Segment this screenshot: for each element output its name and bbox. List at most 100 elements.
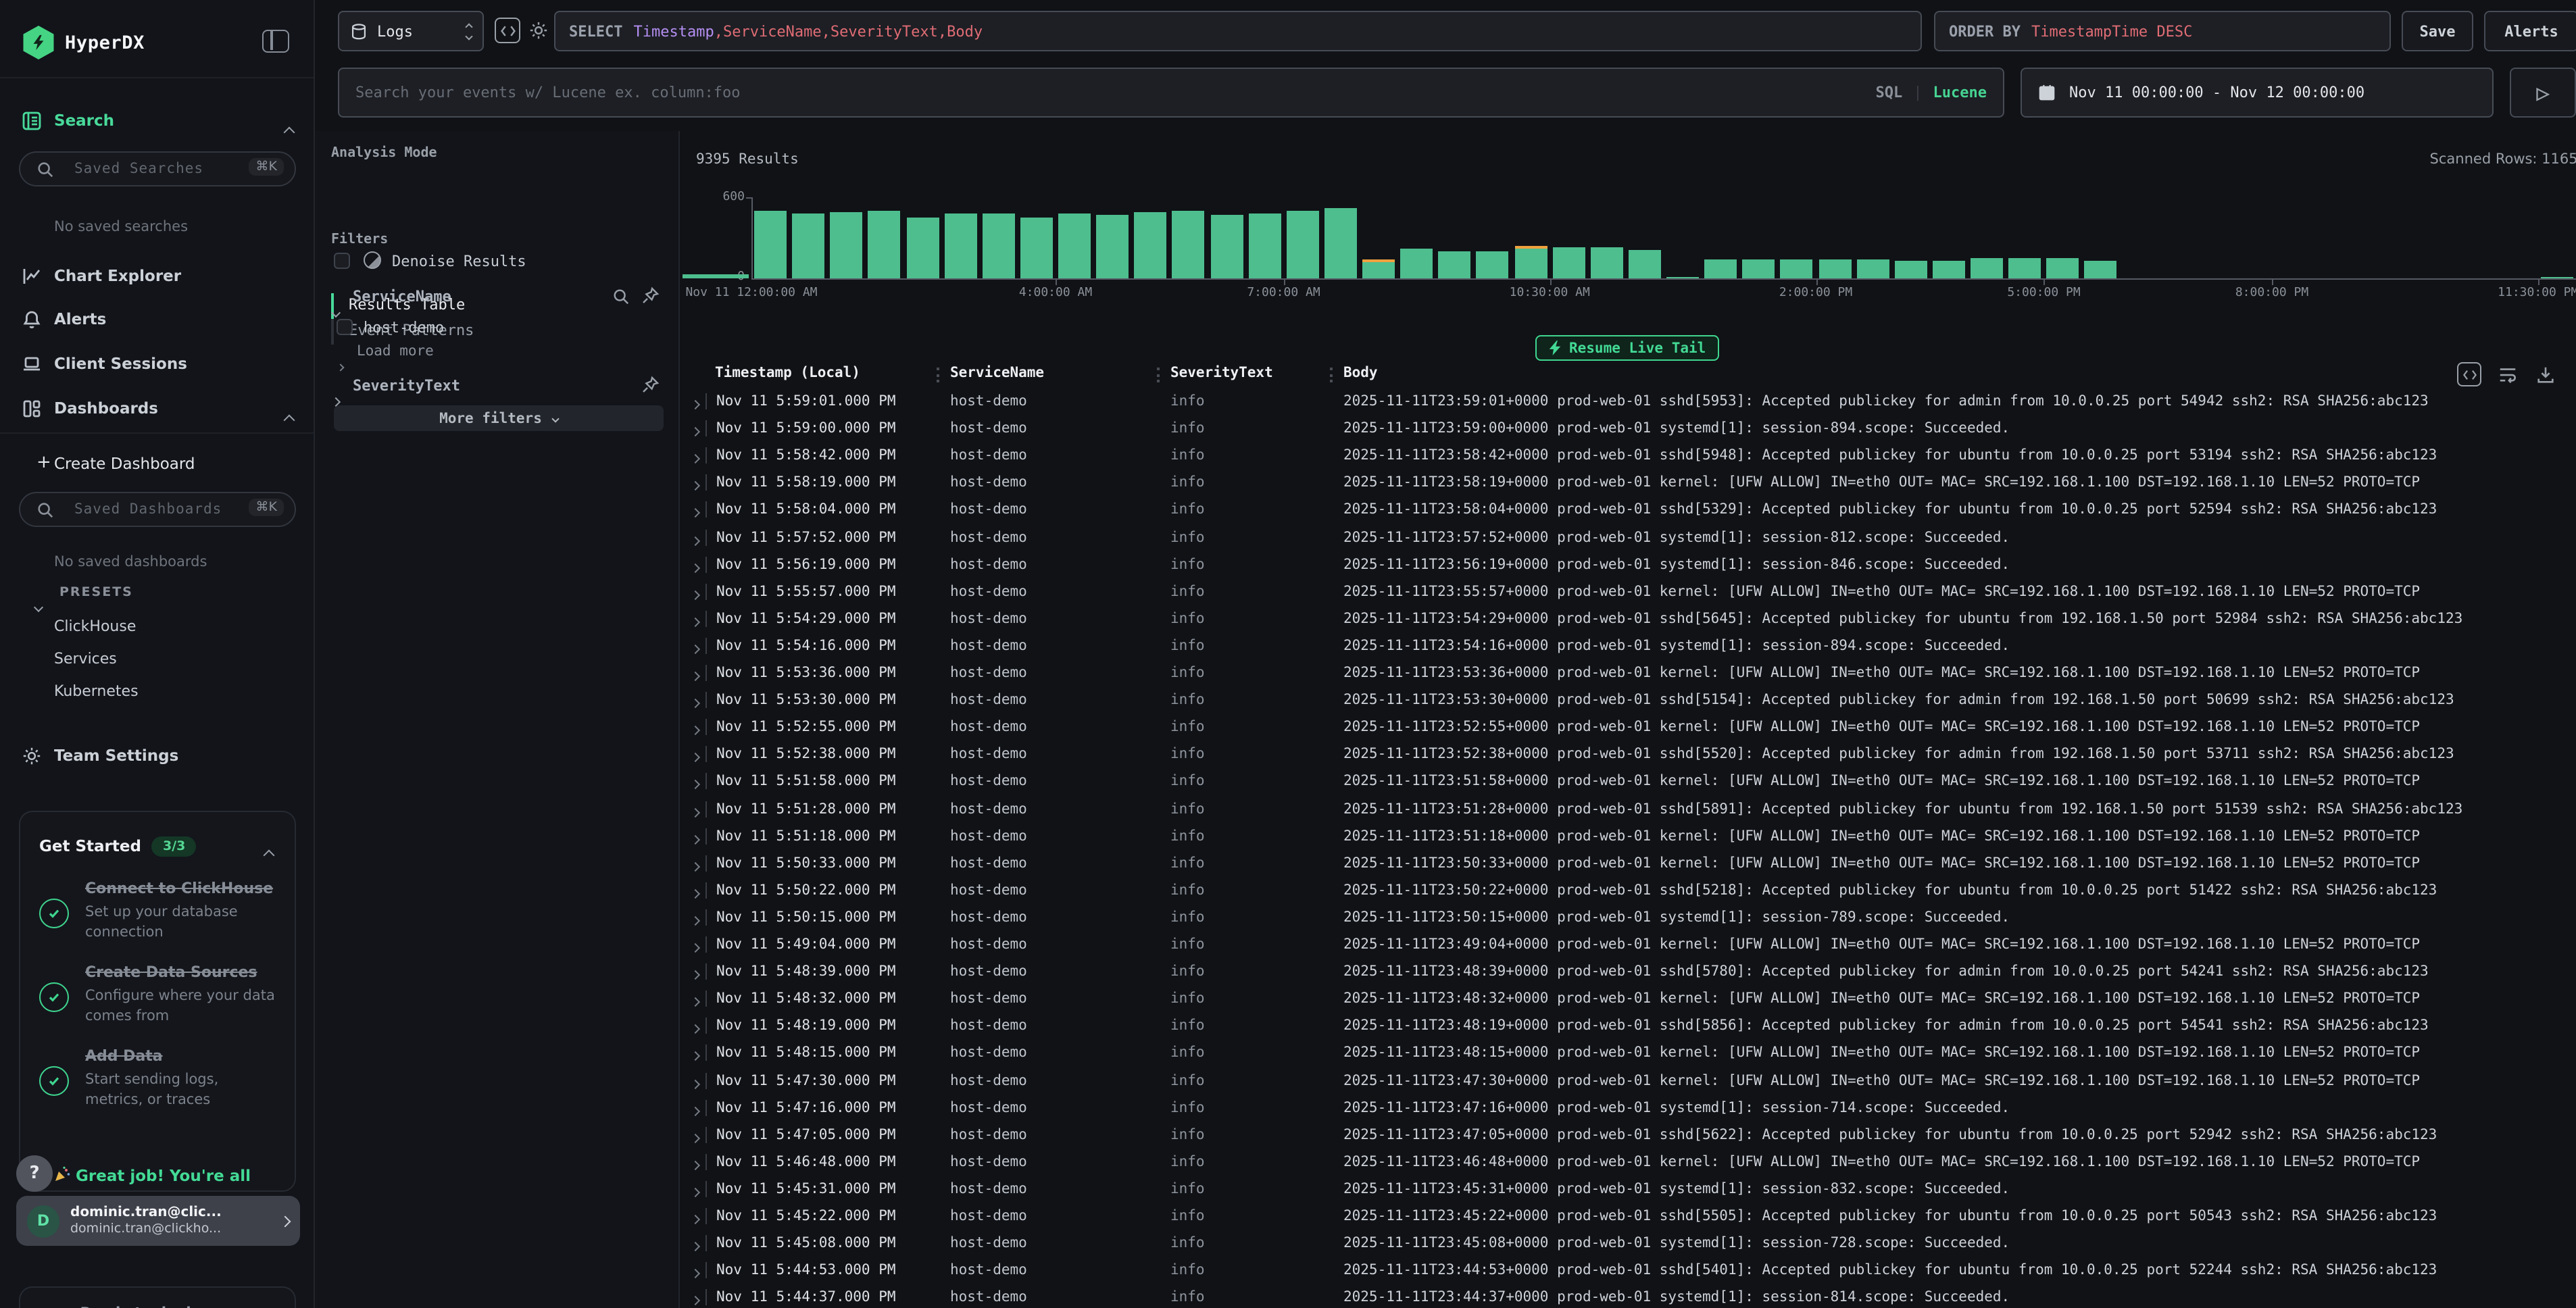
histogram-bar[interactable] [906, 217, 939, 278]
row-expand-icon[interactable] [692, 695, 699, 711]
histogram-bar[interactable] [1477, 251, 1509, 278]
col-body[interactable]: Body [1343, 365, 1378, 381]
row-expand-icon[interactable] [692, 966, 699, 982]
date-range-picker[interactable]: Nov 11 00:00:00 - Nov 12 00:00:00 [2021, 68, 2494, 118]
saved-searches-input[interactable]: Saved Searches ⌘K [19, 151, 296, 186]
row-expand-icon[interactable] [692, 505, 699, 521]
column-resize-handle[interactable] [1157, 368, 1160, 382]
sidebar-item-search[interactable]: Search [0, 108, 315, 138]
histogram-bar[interactable] [1362, 261, 1395, 278]
log-row[interactable]: Nov 11 5:58:42.000 PMhost-demoinfo2025-1… [680, 443, 2576, 470]
row-expand-icon[interactable] [692, 885, 699, 901]
log-row[interactable]: Nov 11 5:56:19.000 PMhost-demoinfo2025-1… [680, 552, 2576, 579]
histogram-bar[interactable] [2008, 259, 2041, 278]
saved-dashboards-input[interactable]: Saved Dashboards ⌘K [19, 492, 296, 527]
histogram-bar[interactable] [1439, 251, 1471, 278]
service-group-chevron-icon[interactable] [332, 296, 339, 322]
row-expand-icon[interactable] [692, 1211, 699, 1227]
log-row[interactable]: Nov 11 5:48:39.000 PMhost-demoinfo2025-1… [680, 959, 2576, 986]
load-more-link[interactable]: Load more [357, 343, 434, 359]
sidebar-collapse-icon[interactable] [262, 30, 289, 53]
log-row[interactable]: Nov 11 5:44:53.000 PMhost-demoinfo2025-1… [680, 1258, 2576, 1285]
log-row[interactable]: Nov 11 5:58:19.000 PMhost-demoinfo2025-1… [680, 471, 2576, 498]
log-row[interactable]: Nov 11 5:59:01.000 PMhost-demoinfo2025-1… [680, 389, 2576, 416]
row-expand-icon[interactable] [692, 722, 699, 738]
row-expand-icon[interactable] [692, 532, 699, 548]
histogram-bar[interactable] [2541, 277, 2573, 278]
histogram-bar[interactable] [2047, 258, 2079, 278]
preset-clickhouse[interactable]: ClickHouse [54, 618, 136, 635]
log-row[interactable]: Nov 11 5:52:38.000 PMhost-demoinfo2025-1… [680, 743, 2576, 770]
histogram-bar[interactable] [1514, 249, 1547, 278]
histogram-bar[interactable] [1058, 213, 1091, 278]
row-expand-icon[interactable] [692, 1292, 699, 1308]
row-expand-icon[interactable] [692, 559, 699, 575]
log-row[interactable]: Nov 11 5:55:57.000 PMhost-demoinfo2025-1… [680, 579, 2576, 606]
log-row[interactable]: Nov 11 5:48:19.000 PMhost-demoinfo2025-1… [680, 1014, 2576, 1041]
column-resize-handle[interactable] [1330, 368, 1333, 382]
row-expand-icon[interactable] [692, 1265, 699, 1281]
histogram-bar[interactable] [792, 213, 824, 278]
histogram-bar[interactable] [1933, 260, 1965, 278]
denoise-checkbox[interactable] [334, 253, 350, 269]
log-row[interactable]: Nov 11 5:59:00.000 PMhost-demoinfo2025-1… [680, 416, 2576, 443]
lang-lucene-toggle[interactable]: Lucene [1933, 84, 1987, 101]
collapse-card-icon[interactable] [265, 839, 273, 865]
events-histogram[interactable]: 600 0 Nov 11 12:00:00 AM4:00:00 AM7:00:0… [680, 189, 2576, 303]
log-row[interactable]: Nov 11 5:47:05.000 PMhost-demoinfo2025-1… [680, 1122, 2576, 1149]
log-row[interactable]: Nov 11 5:53:36.000 PMhost-demoinfo2025-1… [680, 661, 2576, 688]
histogram-bar[interactable] [1591, 247, 1623, 278]
facet-search-icon[interactable] [612, 288, 630, 305]
sidebar-item-chart-explorer[interactable]: Chart Explorer [0, 263, 315, 293]
source-select[interactable]: Logs [338, 11, 484, 51]
log-row[interactable]: Nov 11 5:50:33.000 PMhost-demoinfo2025-1… [680, 851, 2576, 878]
histogram-bar[interactable] [1248, 213, 1281, 278]
save-button[interactable]: Save [2402, 11, 2473, 51]
log-row[interactable]: Nov 11 5:51:58.000 PMhost-demoinfo2025-1… [680, 770, 2576, 797]
histogram-bar[interactable] [1020, 218, 1053, 278]
row-expand-icon[interactable] [692, 776, 699, 793]
log-row[interactable]: Nov 11 5:58:04.000 PMhost-demoinfo2025-1… [680, 498, 2576, 525]
histogram-bar[interactable] [868, 211, 901, 278]
order-by-input[interactable]: ORDER BY TimestampTime DESC [1934, 11, 2391, 51]
histogram-bar[interactable] [1324, 207, 1357, 278]
row-expand-icon[interactable] [692, 1238, 699, 1254]
row-expand-icon[interactable] [692, 803, 699, 820]
row-expand-icon[interactable] [692, 1075, 699, 1091]
row-expand-icon[interactable] [692, 939, 699, 955]
row-expand-icon[interactable] [692, 668, 699, 684]
sidebar-item-client-sessions[interactable]: Client Sessions [0, 351, 315, 381]
log-row[interactable]: Nov 11 5:50:22.000 PMhost-demoinfo2025-1… [680, 878, 2576, 905]
help-button[interactable]: ? [16, 1155, 53, 1192]
log-row[interactable]: Nov 11 5:50:15.000 PMhost-demoinfo2025-1… [680, 905, 2576, 932]
row-expand-icon[interactable] [692, 830, 699, 847]
resume-live-tail-button[interactable]: Resume Live Tail [1535, 335, 1719, 361]
run-query-button[interactable]: ▷ [2510, 68, 2576, 118]
histogram-bar[interactable] [1971, 258, 2003, 278]
log-row[interactable]: Nov 11 5:54:29.000 PMhost-demoinfo2025-1… [680, 607, 2576, 634]
histogram-bar-warn[interactable] [1362, 259, 1395, 261]
preset-services[interactable]: Services [54, 650, 117, 668]
log-row[interactable]: Nov 11 5:49:04.000 PMhost-demoinfo2025-1… [680, 932, 2576, 959]
histogram-bar[interactable] [944, 213, 976, 278]
histogram-bar[interactable] [1172, 211, 1205, 278]
row-expand-icon[interactable] [692, 1157, 699, 1173]
histogram-bar[interactable] [1096, 215, 1129, 278]
row-expand-icon[interactable] [692, 912, 699, 928]
histogram-bar[interactable] [1629, 249, 1661, 278]
log-row[interactable]: Nov 11 5:45:08.000 PMhost-demoinfo2025-1… [680, 1231, 2576, 1258]
histogram-bar[interactable] [1895, 261, 1927, 278]
edit-sql-icon[interactable] [495, 18, 520, 43]
histogram-bar[interactable] [1400, 248, 1433, 278]
log-row[interactable]: Nov 11 5:46:48.000 PMhost-demoinfo2025-1… [680, 1150, 2576, 1177]
row-expand-icon[interactable] [692, 640, 699, 657]
col-severitytext[interactable]: SeverityText [1170, 365, 1273, 381]
row-expand-icon[interactable] [692, 993, 699, 1009]
lucene-search-input[interactable]: Search your events w/ Lucene ex. column:… [338, 68, 2004, 118]
log-row[interactable]: Nov 11 5:54:16.000 PMhost-demoinfo2025-1… [680, 634, 2576, 661]
row-expand-icon[interactable] [692, 1048, 699, 1064]
histogram-bar[interactable] [1666, 276, 1699, 278]
row-expand-icon[interactable] [692, 857, 699, 874]
log-row[interactable]: Nov 11 5:52:55.000 PMhost-demoinfo2025-1… [680, 715, 2576, 742]
histogram-bar[interactable] [1704, 259, 1737, 278]
